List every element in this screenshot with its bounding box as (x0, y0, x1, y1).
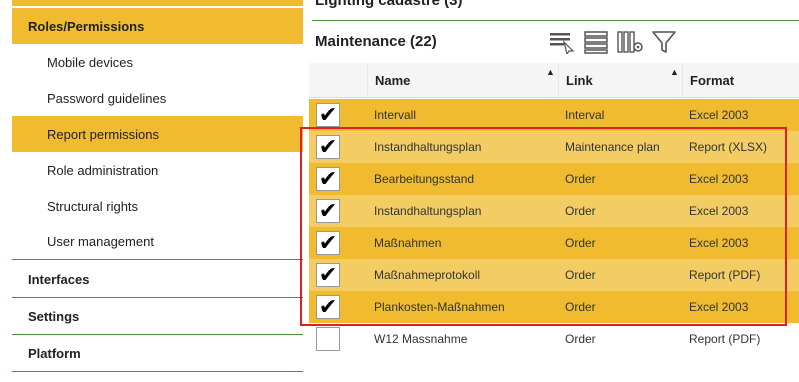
sidebar-item-label: Password guidelines (47, 90, 167, 106)
cell-link: Interval (565, 108, 605, 122)
sidebar-item-platform[interactable]: Platform (12, 336, 303, 372)
section-title[interactable]: Lighting cadastre (3) (315, 0, 463, 9)
sidebar-item-label: Structural rights (47, 198, 139, 214)
cell-name: Maßnahmeprotokoll (374, 268, 481, 282)
sidebar-item-interfaces[interactable]: Interfaces (12, 262, 303, 298)
sidebar-item-label: Roles/Permissions (28, 18, 145, 34)
column-settings-icon[interactable] (617, 29, 643, 55)
header-name[interactable]: Name ▲ (367, 63, 558, 97)
sidebar-item-label: Settings (28, 309, 80, 324)
header-link[interactable]: Link ▲ (558, 63, 682, 97)
table-row[interactable]: ✔ Maßnahmeprotokoll Order Report (PDF) (309, 259, 799, 291)
cell-name: Plankosten-Maßnahmen (374, 300, 505, 314)
table-row[interactable]: ✔ Intervall Interval Excel 2003 (309, 99, 799, 131)
cell-format: Excel 2003 (689, 108, 749, 122)
cell-name: Instandhaltungsplan (374, 140, 482, 154)
cell-format: Report (PDF) (689, 268, 761, 282)
sidebar-item-label: Report permissions (47, 126, 159, 142)
cell-name: Maßnahmen (374, 236, 442, 250)
sidebar-item-mobile-devices[interactable]: Mobile devices (12, 44, 303, 80)
sidebar-item-settings[interactable]: Settings (12, 299, 303, 335)
header-check (309, 63, 367, 97)
section-divider (312, 20, 799, 21)
cell-link: Order (565, 268, 596, 282)
cell-link: Order (565, 172, 596, 186)
table-header: Name ▲ Link ▲ Format (309, 63, 799, 98)
row-checkbox[interactable]: ✔ (316, 199, 340, 223)
sidebar-item-report-permissions[interactable]: Report permissions (12, 116, 303, 152)
row-checkbox[interactable]: ✔ (316, 135, 340, 159)
cell-format: Report (XLSX) (689, 140, 768, 154)
cell-format: Excel 2003 (689, 236, 749, 250)
cell-format: Report (PDF) (689, 332, 761, 346)
cell-link: Order (565, 204, 596, 218)
table-row[interactable]: ✔ Bearbeitungsstand Order Excel 2003 (309, 163, 799, 195)
cell-link: Order (565, 332, 596, 346)
table-row[interactable]: W12 Massnahme Order Report (PDF) (309, 323, 799, 355)
sidebar: Roles/Permissions Mobile devices Passwor… (0, 0, 303, 382)
main-panel: Lighting cadastre (3) Maintenance (22) N… (303, 0, 799, 382)
row-checkbox[interactable] (316, 327, 340, 351)
cell-link: Maintenance plan (565, 140, 660, 154)
cell-format: Excel 2003 (689, 204, 749, 218)
sort-up-icon: ▲ (546, 67, 555, 77)
cell-format: Excel 2003 (689, 172, 749, 186)
sidebar-top-accent (12, 0, 303, 6)
cell-name: W12 Massnahme (374, 332, 468, 346)
panel-title: Maintenance (22) (315, 33, 437, 50)
cell-name: Intervall (374, 108, 417, 122)
sidebar-item-label: Mobile devices (47, 54, 133, 70)
funnel-icon[interactable] (651, 29, 677, 55)
table-row[interactable]: ✔ Maßnahmen Order Excel 2003 (309, 227, 799, 259)
sort-up-icon: ▲ (670, 67, 679, 77)
table-row[interactable]: ✔ Instandhaltungsplan Order Excel 2003 (309, 195, 799, 227)
list-view-icon[interactable] (583, 29, 609, 55)
row-checkbox[interactable]: ✔ (316, 295, 340, 319)
sidebar-item-roles-permissions[interactable]: Roles/Permissions (12, 8, 303, 44)
filter-select-icon[interactable] (549, 29, 575, 55)
row-checkbox[interactable]: ✔ (316, 103, 340, 127)
sidebar-item-label: Platform (28, 346, 81, 361)
sidebar-item-label: Role administration (47, 162, 159, 178)
sidebar-item-label: User management (47, 234, 154, 249)
sidebar-item-password-guidelines[interactable]: Password guidelines (12, 80, 303, 116)
table-row[interactable]: ✔ Plankosten-Maßnahmen Order Excel 2003 (309, 291, 799, 323)
row-checkbox[interactable]: ✔ (316, 167, 340, 191)
sidebar-item-role-administration[interactable]: Role administration (12, 152, 303, 188)
sidebar-item-structural-rights[interactable]: Structural rights (12, 188, 303, 224)
table-row[interactable]: ✔ Instandhaltungsplan Maintenance plan R… (309, 131, 799, 163)
sidebar-item-label: Interfaces (28, 272, 90, 287)
cell-name: Instandhaltungsplan (374, 204, 482, 218)
row-checkbox[interactable]: ✔ (316, 263, 340, 287)
cell-link: Order (565, 300, 596, 314)
row-checkbox[interactable]: ✔ (316, 231, 340, 255)
sidebar-item-user-management[interactable]: User management (12, 224, 303, 260)
cell-format: Excel 2003 (689, 300, 749, 314)
cell-name: Bearbeitungsstand (374, 172, 475, 186)
header-format[interactable]: Format (682, 63, 799, 97)
cell-link: Order (565, 236, 596, 250)
